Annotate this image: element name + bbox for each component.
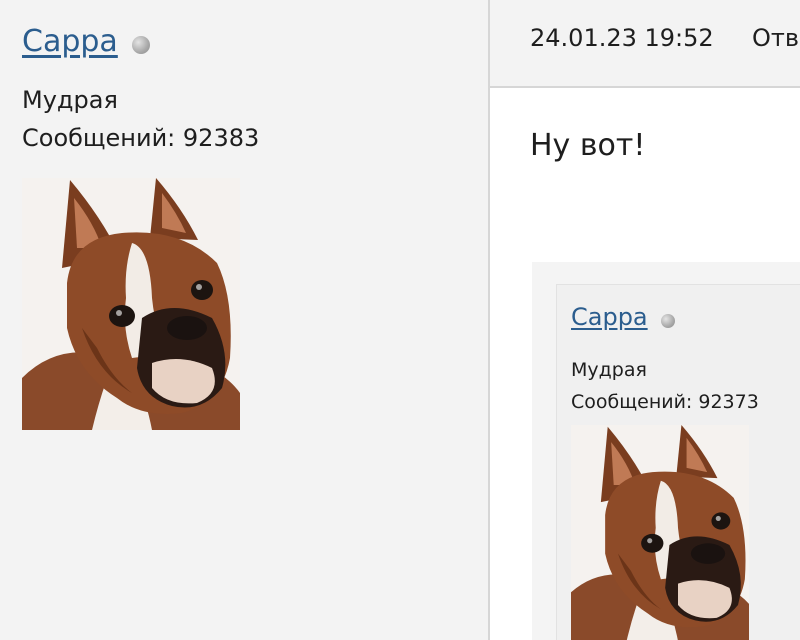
author-panel: Сарра Мудрая Сообщений: 92383 <box>0 0 488 640</box>
forum-post: Сарра Мудрая Сообщений: 92383 24.01.23 1… <box>0 0 800 640</box>
quote-block: Сарра Мудрая Сообщений: 92373 <box>532 262 800 640</box>
quote-offline-status-icon <box>661 314 675 328</box>
quote-author-rank: Мудрая <box>571 359 647 381</box>
quote-author-avatar[interactable] <box>571 425 749 640</box>
author-name-link[interactable]: Сарра <box>22 24 118 59</box>
offline-status-icon <box>132 36 150 54</box>
author-post-count: Сообщений: 92383 <box>22 124 260 152</box>
quote-boxer-dog-avatar-icon <box>571 425 749 640</box>
post-date: 24.01.23 19:52 <box>530 24 714 52</box>
boxer-dog-avatar-icon <box>22 178 240 430</box>
quote-author-panel: Сарра Мудрая Сообщений: 92373 <box>556 284 800 640</box>
quote-author-post-count: Сообщений: 92373 <box>571 391 759 413</box>
author-avatar[interactable] <box>22 178 240 430</box>
reply-button[interactable]: Отв <box>752 24 799 52</box>
post-content-panel: 24.01.23 19:52 Отв Ну вот! Сарра Мудрая … <box>490 0 800 640</box>
post-body-text: Ну вот! <box>530 128 646 163</box>
quote-author-name-link[interactable]: Сарра <box>571 303 648 331</box>
post-header: 24.01.23 19:52 Отв <box>490 0 800 88</box>
author-rank: Мудрая <box>22 86 118 114</box>
